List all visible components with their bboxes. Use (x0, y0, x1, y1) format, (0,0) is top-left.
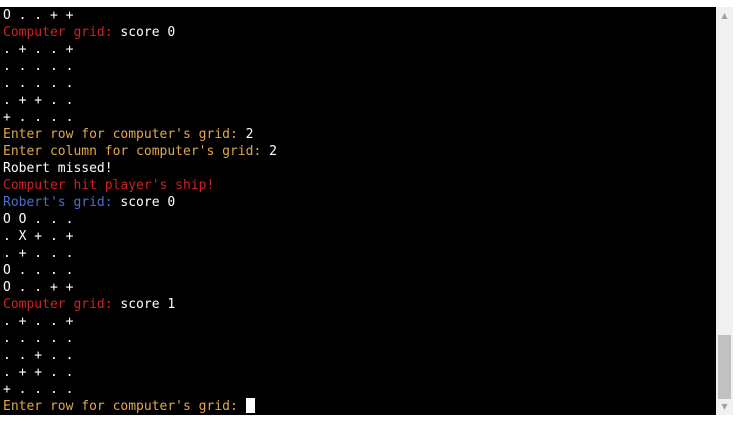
terminal-text: score 0 (112, 195, 176, 210)
terminal-text: Enter row for computer's grid: (3, 399, 238, 414)
scroll-up-arrow-icon[interactable]: ▲ (716, 7, 733, 24)
terminal-line: O . . . . (3, 262, 715, 279)
terminal-line: Enter row for computer's grid: 2 (3, 126, 715, 143)
terminal-text: score 1 (112, 297, 176, 312)
terminal-text: Robert's grid: (3, 195, 113, 210)
terminal-line: . + . . + (3, 313, 715, 330)
terminal-text: + . . . . (3, 382, 74, 397)
vertical-scrollbar[interactable]: ▲ ▼ (716, 7, 733, 415)
terminal-text: Computer hit player's ship! (3, 178, 215, 193)
terminal-line: Computer grid: score 0 (3, 24, 715, 41)
terminal-line: + . . . . (3, 381, 715, 398)
terminal-text: . . . . . (3, 59, 74, 74)
terminal-text: . . . . . (3, 76, 74, 91)
terminal-text: + . . . . (3, 110, 74, 125)
terminal-text: . + . . + (3, 314, 74, 329)
terminal-text: . . + . . (3, 348, 74, 363)
terminal-text: Enter row for computer's grid: (3, 127, 238, 142)
terminal-text: O . . . . (3, 263, 74, 278)
terminal-text: score 0 (112, 25, 176, 40)
text-cursor[interactable] (245, 398, 255, 413)
terminal-text: . + + . . (3, 93, 74, 108)
terminal-text: . + . . . (3, 246, 74, 261)
terminal-line: O . . + + (3, 7, 715, 24)
terminal-line: . . . . . (3, 330, 715, 347)
terminal-text: . + + . . (3, 365, 74, 380)
terminal-window[interactable]: O . . + + Computer grid: score 0. + . . +… (0, 7, 733, 415)
terminal-text: Robert missed! (3, 161, 113, 176)
terminal-line: Enter column for computer's grid: 2 (3, 143, 715, 160)
terminal-text: . . . . . (3, 331, 74, 346)
terminal-text: Computer grid: (3, 25, 113, 40)
terminal-line: . + . . + (3, 41, 715, 58)
terminal-line: Computer hit player's ship! (3, 177, 715, 194)
terminal-text: Enter column for computer's grid: (3, 144, 262, 159)
scroll-down-arrow-icon[interactable]: ▼ (716, 398, 733, 415)
terminal-line: . . + . . (3, 347, 715, 364)
terminal-line: O O . . . (3, 211, 715, 228)
terminal-line: O . . + + (3, 279, 715, 296)
terminal-text: O O . . . (3, 212, 74, 227)
terminal-text: 2 (237, 127, 254, 142)
terminal-text: . + . . + (3, 42, 74, 57)
terminal-line: . . . . . (3, 58, 715, 75)
terminal-line: . + + . . (3, 92, 715, 109)
terminal-text: . X + . + (3, 229, 74, 244)
terminal-line: . + . . . (3, 245, 715, 262)
terminal-line: Robert's grid: score 0 (3, 194, 715, 211)
scroll-thumb[interactable] (718, 335, 731, 399)
terminal-output: O . . + + Computer grid: score 0. + . . +… (3, 7, 715, 415)
terminal-text: Computer grid: (3, 297, 113, 312)
terminal-line: + . . . . (3, 109, 715, 126)
terminal-line: Robert missed! (3, 160, 715, 177)
terminal-text: O . . + + (3, 280, 74, 295)
terminal-line: . X + . + (3, 228, 715, 245)
terminal-text: O . . + + (3, 8, 74, 23)
terminal-line: Enter row for computer's grid: (3, 398, 715, 415)
terminal-line: Computer grid: score 1 (3, 296, 715, 313)
terminal-text: 2 (261, 144, 277, 159)
terminal-line: . . . . . (3, 75, 715, 92)
terminal-line: . + + . . (3, 364, 715, 381)
